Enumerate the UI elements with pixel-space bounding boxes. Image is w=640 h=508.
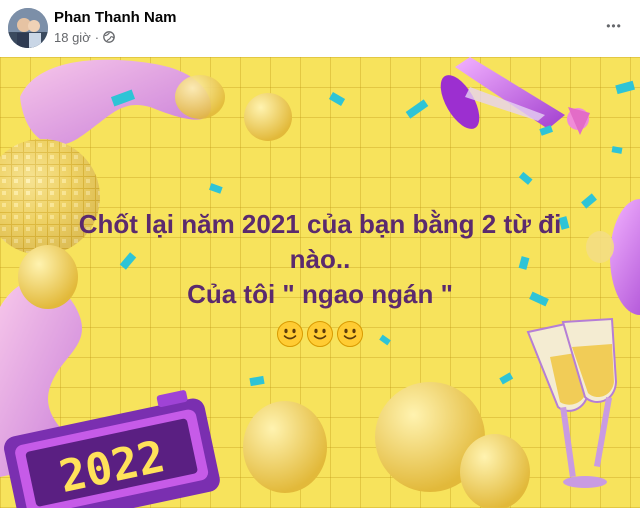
meta-separator: ·	[94, 29, 100, 45]
author-name[interactable]: Phan Thanh Nam	[54, 9, 177, 26]
more-options-icon: •••	[606, 19, 622, 33]
avatar[interactable]	[8, 8, 48, 48]
post-time[interactable]: 18 giờ	[54, 30, 91, 45]
gold-balloons-bottom	[243, 382, 530, 508]
slightly-smiling-face-icon	[276, 320, 304, 348]
post-header: Phan Thanh Nam 18 giờ · •••	[0, 0, 640, 57]
post-meta: 18 giờ ·	[54, 29, 115, 45]
slightly-smiling-face-icon	[336, 320, 364, 348]
more-options-button[interactable]: •••	[600, 12, 628, 40]
gold-ball-top	[244, 93, 292, 141]
post-text-line-3: Của tôi " ngao ngán "	[187, 279, 453, 309]
post-text-line-1: Chốt lại năm 2021 của bạn bằng 2 từ đi	[78, 209, 562, 239]
post-image-banner[interactable]: 2022 Chốt lại năm 2021 của bạn bằng 2 từ…	[0, 57, 640, 508]
emoji-row	[0, 320, 640, 348]
globe-icon[interactable]	[103, 31, 115, 43]
post-text: Chốt lại năm 2021 của bạn bằng 2 từ đi n…	[0, 207, 640, 348]
slightly-smiling-face-icon	[306, 320, 334, 348]
post-text-line-2: nào..	[289, 244, 351, 274]
avatar-photo	[8, 8, 48, 48]
party-horn	[440, 57, 590, 135]
